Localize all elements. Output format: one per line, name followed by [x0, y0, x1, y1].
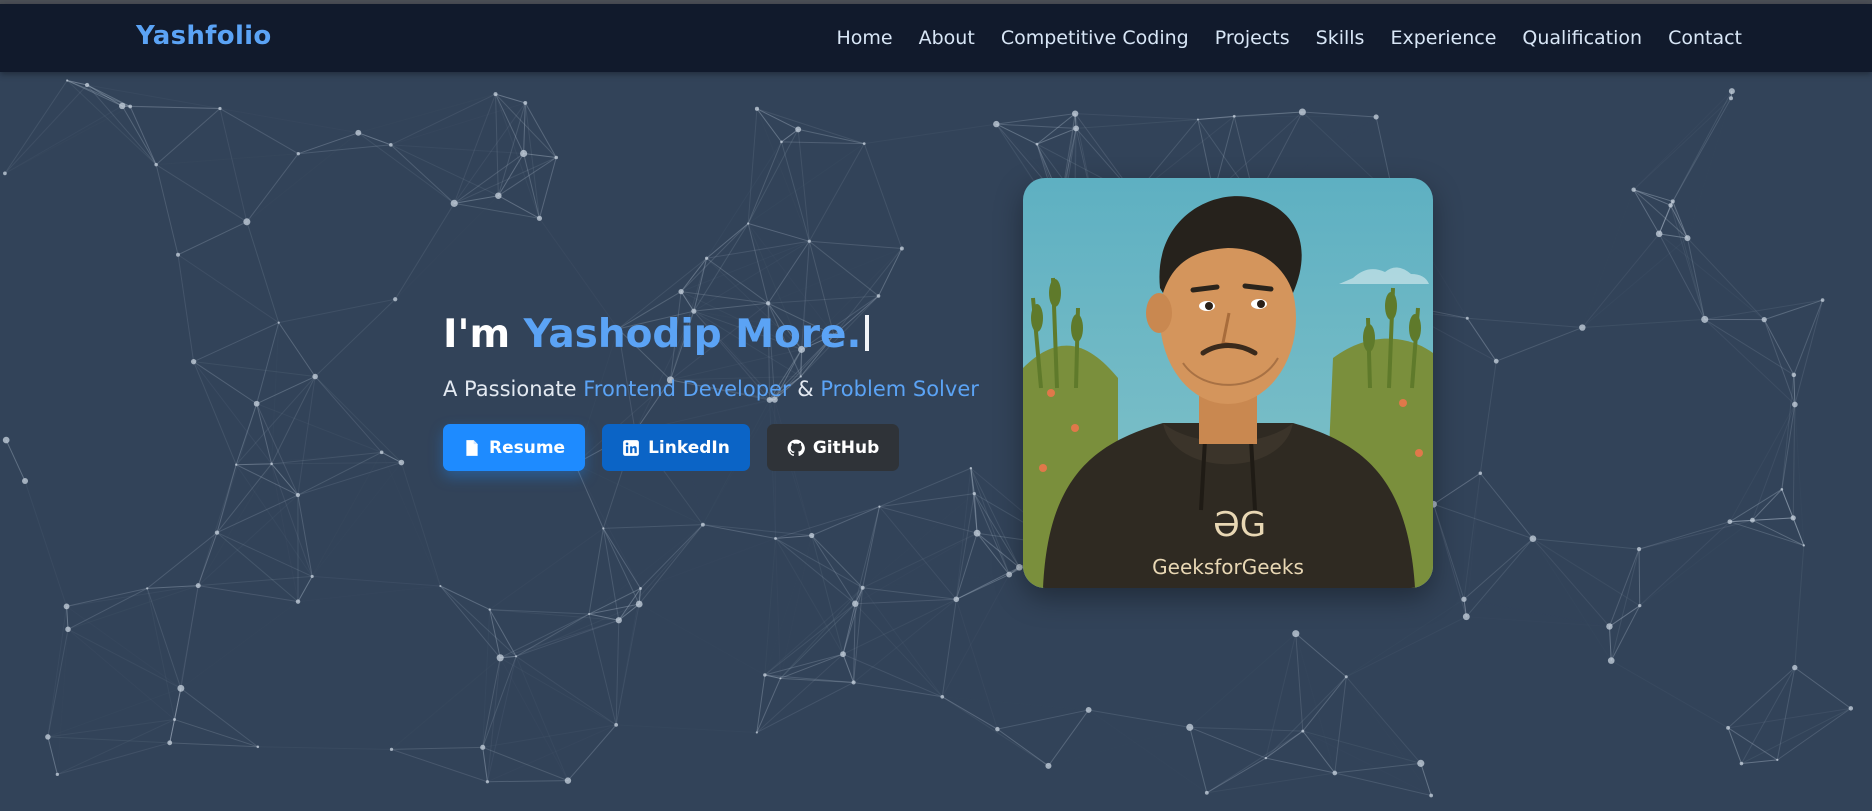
- resume-button-label: Resume: [489, 437, 566, 458]
- linkedin-icon: [623, 439, 639, 456]
- github-icon: [787, 439, 805, 456]
- hero-section: I'm Yashodip More. A Passionate Frontend…: [443, 312, 979, 471]
- gfg-logo: ƏG: [1213, 505, 1266, 545]
- nav-item-skills[interactable]: Skills: [1316, 27, 1365, 49]
- hero-heading: I'm Yashodip More.: [443, 312, 979, 357]
- linkedin-button[interactable]: LinkedIn: [602, 424, 750, 471]
- nav-item-home[interactable]: Home: [837, 27, 893, 49]
- hoodie-brand-text: GeeksforGeeks: [1152, 555, 1304, 579]
- tagline-prefix: A Passionate: [443, 377, 577, 401]
- tagline-ampersand: &: [797, 377, 814, 401]
- top-navbar: Yashfolio Home About Competitive Coding …: [0, 4, 1872, 72]
- nav-item-experience[interactable]: Experience: [1390, 27, 1496, 49]
- brand-logo[interactable]: Yashfolio: [136, 21, 272, 51]
- github-button-label: GitHub: [812, 437, 880, 458]
- linkedin-button-label: LinkedIn: [648, 437, 730, 458]
- nav-item-qualification[interactable]: Qualification: [1522, 27, 1642, 49]
- nav-item-projects[interactable]: Projects: [1215, 27, 1290, 49]
- tagline-role-problem-solver: Problem Solver: [820, 377, 979, 401]
- hero-buttons: Resume LinkedIn GitHub: [443, 424, 979, 471]
- hero-tagline: A Passionate Frontend Developer & Proble…: [443, 377, 979, 401]
- profile-illustration: ƏG GeeksforGeeks: [1023, 178, 1433, 588]
- nav-item-about[interactable]: About: [919, 27, 975, 49]
- typing-cursor: [865, 315, 870, 351]
- resume-button[interactable]: Resume: [443, 424, 586, 471]
- nav-item-competitive-coding[interactable]: Competitive Coding: [1001, 27, 1189, 49]
- nav-item-contact[interactable]: Contact: [1668, 27, 1742, 49]
- github-button[interactable]: GitHub: [766, 424, 900, 471]
- nav-menu: Home About Competitive Coding Projects S…: [837, 4, 1742, 72]
- hero-greeting: I'm: [443, 312, 511, 357]
- hero-name: Yashodip More.: [523, 312, 862, 357]
- tagline-role-frontend: Frontend Developer: [583, 377, 791, 401]
- file-icon: [466, 439, 478, 456]
- profile-avatar-card: ƏG GeeksforGeeks: [1023, 178, 1433, 588]
